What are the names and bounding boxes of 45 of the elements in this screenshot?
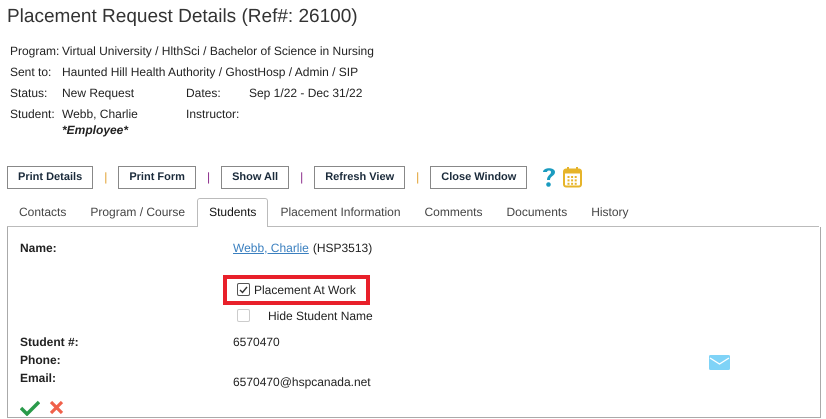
field-label: Name:	[20, 240, 58, 257]
tab[interactable]: Placement Information	[268, 198, 412, 226]
toolbar-button[interactable]: Show All	[221, 166, 290, 189]
toolbar-button[interactable]: Print Form	[118, 166, 196, 189]
field-value: 6570470@hspcanada.net	[233, 374, 371, 391]
tab[interactable]: Comments	[412, 198, 495, 226]
employee-note: *Employee*	[62, 124, 128, 136]
field-label: Instructor:	[186, 108, 240, 120]
field-label: Student #:	[20, 334, 80, 351]
field-label: Student:	[10, 108, 56, 120]
tab[interactable]: History	[579, 198, 641, 226]
field-value: Haunted Hill Health Authority / GhostHosp / Admin / SIP	[62, 66, 358, 78]
checkbox-label: Placement At Work	[254, 282, 356, 299]
field-value: Virtual University / HlthSci / Bachelor of Science in Nursing	[62, 44, 374, 57]
field-value: 6570470	[233, 334, 280, 351]
calendar-icon[interactable]	[563, 166, 582, 188]
separator: |	[206, 169, 210, 186]
close-icon[interactable]	[49, 400, 64, 415]
tab[interactable]: Students	[197, 198, 268, 227]
student-link[interactable]: Webb, Charlie	[233, 238, 309, 257]
field-label: Sent to:	[10, 66, 52, 78]
field-value: New Request	[62, 86, 136, 99]
tab[interactable]: Contacts	[7, 198, 78, 226]
field-label: Email:	[20, 370, 58, 387]
field-value: Sep 1/22 - Dec 31/22	[249, 86, 362, 99]
tab[interactable]: Documents	[494, 198, 580, 226]
student-code: (HSP3513)	[312, 240, 372, 257]
checkbox-label: Hide Student Name	[268, 308, 373, 325]
toolbar-button[interactable]: Close Window	[430, 166, 528, 189]
field-value: Webb, Charlie	[62, 108, 139, 120]
separator: |	[416, 169, 420, 186]
field-label: Phone:	[20, 352, 62, 369]
checkmark-icon[interactable]	[20, 400, 40, 416]
separator: |	[104, 169, 108, 186]
page-title: Placement Request Details (Ref#: 26100)	[7, 6, 359, 29]
toolbar-button[interactable]: Print Details	[7, 166, 94, 189]
field-label: Program:	[10, 44, 60, 57]
separator: |	[300, 169, 304, 186]
tab[interactable]: Program / Course	[78, 198, 198, 226]
envelope-icon[interactable]	[709, 354, 730, 370]
help-icon[interactable]	[541, 166, 558, 188]
checkbox[interactable]	[237, 283, 250, 296]
toolbar-button[interactable]: Refresh View	[314, 166, 406, 189]
field-label: Dates:	[186, 86, 222, 99]
field-label: Status:	[10, 86, 48, 99]
